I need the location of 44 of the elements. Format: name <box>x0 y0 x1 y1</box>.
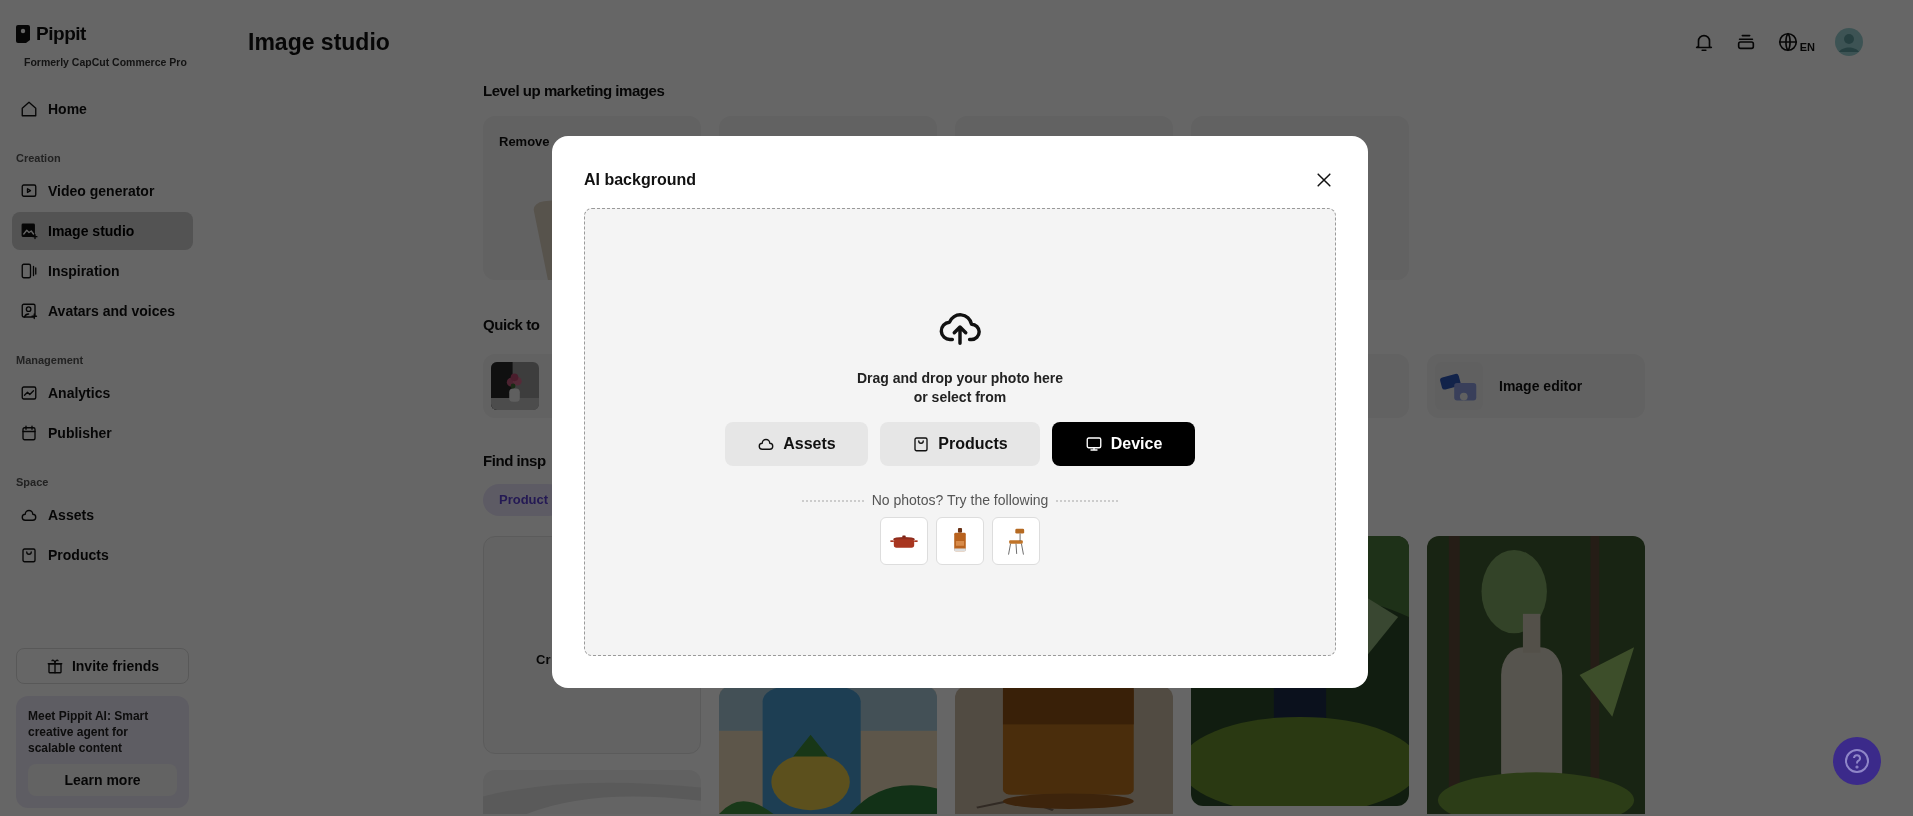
source-button[interactable]: Products <box>880 422 1040 466</box>
help-icon <box>1844 748 1870 774</box>
tool-label: Image editor <box>1499 376 1583 396</box>
globe-icon <box>1776 31 1799 53</box>
bag-icon <box>20 546 38 565</box>
sample-photo[interactable] <box>936 517 984 565</box>
language-button[interactable]: EN <box>1776 31 1815 53</box>
learn-more-button[interactable]: Learn more <box>28 764 177 796</box>
page-title: Image studio <box>248 27 390 57</box>
help-button[interactable] <box>1833 737 1881 785</box>
bag-icon <box>912 435 931 453</box>
calendar-icon <box>20 424 38 443</box>
section-label: Creation <box>16 150 61 166</box>
logo-icon <box>16 25 30 44</box>
avatar-icon <box>20 302 38 321</box>
promo-text: Meet Pippit AI: Smart creative agent for scalable content <box>28 708 150 756</box>
avatar[interactable] <box>1835 28 1863 56</box>
source-button[interactable]: Assets <box>725 422 868 466</box>
samples-label: No photos? Try the following <box>871 491 1049 510</box>
sidebar-item[interactable]: Image studio <box>12 212 193 251</box>
dialog-title: AI background <box>584 170 696 190</box>
drop-instructions: Drag and drop your photo here <box>856 369 1064 388</box>
drop-instructions: or select from <box>913 388 1007 407</box>
tool-card[interactable]: Image editor <box>1427 354 1645 418</box>
section-heading: Level up marketing images <box>483 81 665 101</box>
brand-name: Pippit <box>36 22 86 46</box>
section-label: Space <box>16 474 49 490</box>
image-icon <box>20 222 38 241</box>
home-icon <box>20 100 38 119</box>
gift-icon <box>45 657 64 675</box>
card-title: Remove <box>499 133 550 151</box>
phone-icon <box>20 262 38 281</box>
source-button[interactable]: Device <box>1052 422 1195 466</box>
section-heading: Find insp <box>483 451 546 471</box>
card-text: Cr <box>536 652 551 667</box>
sample-photo[interactable] <box>992 517 1040 565</box>
section-label: Management <box>16 352 84 368</box>
brand-tagline: Formerly CapCut Commerce Pro <box>24 54 188 70</box>
sample-photo[interactable] <box>880 517 928 565</box>
invite-button[interactable]: Invite friends <box>16 648 189 684</box>
drop-zone[interactable]: Drag and drop your photo here or select from Assets Products Device No photos? Try the following <box>584 208 1336 656</box>
monitor-icon <box>1084 435 1103 453</box>
section-heading: Quick to <box>483 315 540 335</box>
chart-icon <box>20 384 38 403</box>
